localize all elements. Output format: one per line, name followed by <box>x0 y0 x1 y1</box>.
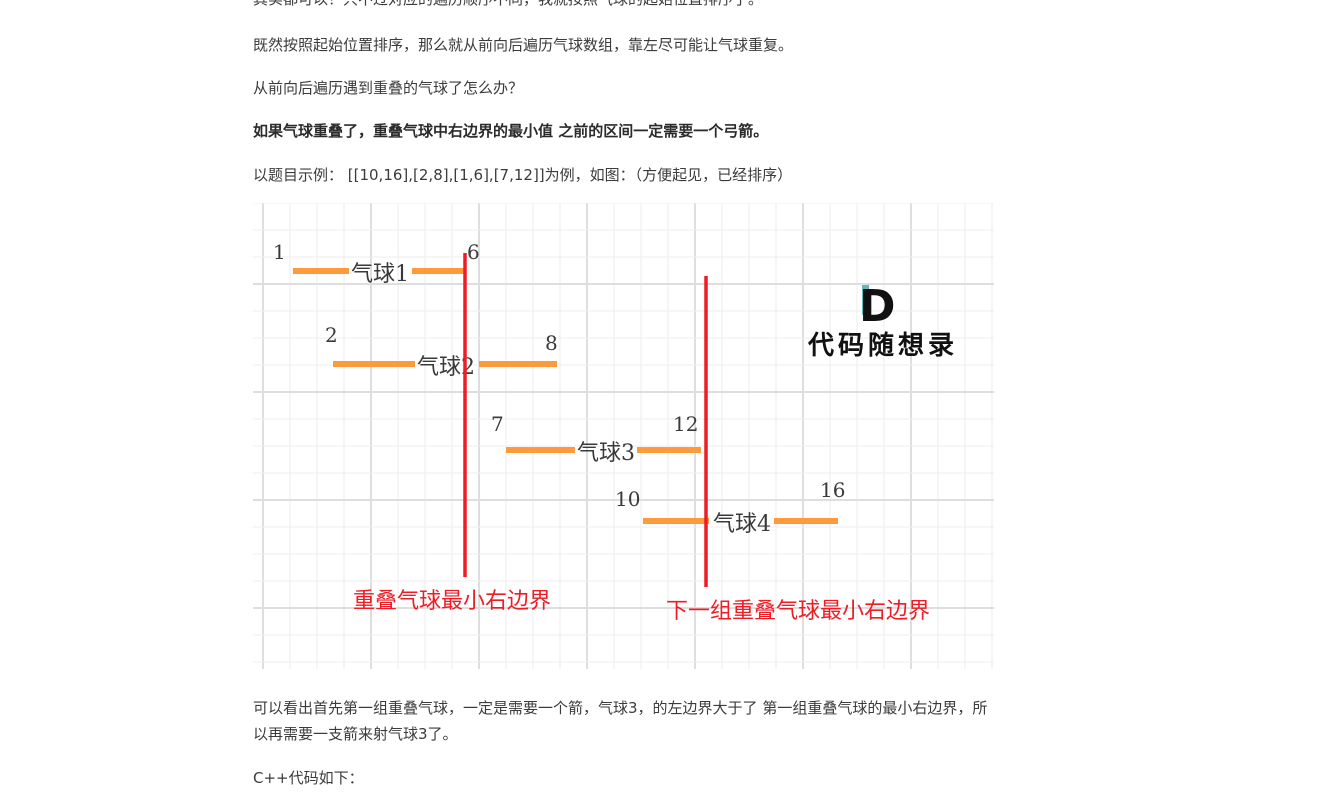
balloon-diagram: 气球1 1 6 气球2 2 8 气球3 7 12 气球4 10 16 重叠气球最… <box>253 203 994 669</box>
balloon-4-label: 气球4 <box>713 512 771 537</box>
balloon-1: 气球1 1 6 <box>273 240 480 287</box>
arrow-1-label: 重叠气球最小右边界 <box>353 589 551 614</box>
balloon-3-end: 12 <box>673 412 698 436</box>
balloon-3-start: 7 <box>491 412 504 436</box>
balloon-1-end: 6 <box>467 240 480 264</box>
logo-letter: D <box>859 281 896 332</box>
paragraph-sort: 既然按照起始位置排序，那么就从前向后遍历气球数组，靠左尽可能让气球重复。 <box>253 36 794 54</box>
paragraph-question: 从前向后遍历遇到重叠的气球了怎么办？ <box>253 79 524 97</box>
paragraph-explain: 可以看出首先第一组重叠气球，一定是需要一个箭，气球3，的左边界大于了 第一组重叠… <box>253 699 988 743</box>
balloon-3-label: 气球3 <box>577 441 635 466</box>
paragraph-bold-rule: 如果气球重叠了，重叠气球中右边界的最小值 之前的区间一定需要一个弓箭。 <box>253 122 769 140</box>
balloon-4: 气球4 10 16 <box>615 478 845 537</box>
balloon-2: 气球2 2 8 <box>325 323 558 380</box>
paragraph-code-heading: C++代码如下： <box>253 769 364 787</box>
arrow-2-label: 下一组重叠气球最小右边界 <box>666 599 930 624</box>
balloon-diagram-svg: 气球1 1 6 气球2 2 8 气球3 7 12 气球4 10 16 重叠气球最… <box>253 203 994 669</box>
balloon-2-end: 8 <box>545 331 558 355</box>
balloon-4-start: 10 <box>615 487 640 511</box>
balloon-4-end: 16 <box>820 478 845 502</box>
balloon-1-start: 1 <box>273 240 286 264</box>
balloon-2-start: 2 <box>325 323 338 347</box>
balloon-1-label: 气球1 <box>351 262 409 287</box>
paragraph-example: 以题目示例： [[10,16],[2,8],[1,6],[7,12]]为例，如图… <box>253 166 793 184</box>
balloon-3: 气球3 7 12 <box>491 412 701 466</box>
paragraph-cut-top: 其实都可以！只不过对应的遍历顺序不同，我就按照气球的起始位置排序了。 <box>253 0 763 12</box>
logo-text: 代码随想录 <box>807 330 958 361</box>
